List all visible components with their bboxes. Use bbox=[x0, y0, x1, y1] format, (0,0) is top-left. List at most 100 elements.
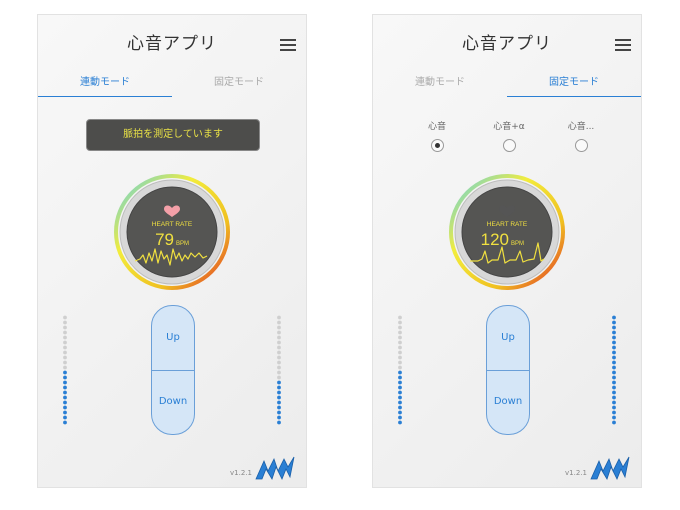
up-down-control: Up Down bbox=[486, 305, 530, 435]
level-dot-on bbox=[612, 380, 616, 385]
level-dot-off bbox=[398, 360, 402, 365]
down-button[interactable]: Down bbox=[152, 370, 194, 434]
sound-type-radio-group: 心音 心音+α 心音... bbox=[403, 119, 619, 159]
heart-rate-gauge: HEART RATE 79 BPM bbox=[114, 174, 230, 290]
level-dot-off bbox=[63, 350, 67, 355]
level-dot-off bbox=[63, 330, 67, 335]
level-dot-on bbox=[277, 395, 281, 400]
radio-label: 心音+α bbox=[493, 122, 525, 132]
level-dot-off bbox=[63, 325, 67, 330]
right-level-meter bbox=[612, 315, 616, 425]
level-dot-on bbox=[277, 390, 281, 395]
level-dot-on bbox=[63, 405, 67, 410]
level-dot-on bbox=[63, 400, 67, 405]
level-dot-on bbox=[277, 415, 281, 420]
level-dot-on bbox=[612, 345, 616, 350]
down-button[interactable]: Down bbox=[487, 370, 529, 434]
level-dot-on bbox=[277, 420, 281, 425]
level-dot-off bbox=[398, 330, 402, 335]
level-dot-off bbox=[63, 355, 67, 360]
level-dot-on bbox=[612, 375, 616, 380]
radio-label: 心音 bbox=[427, 122, 446, 132]
level-dot-on bbox=[398, 375, 402, 380]
radio-heart-sound[interactable]: 心音 bbox=[407, 119, 467, 152]
hamburger-menu-icon[interactable] bbox=[615, 39, 631, 51]
level-dot-on bbox=[63, 420, 67, 425]
radio-circle[interactable] bbox=[574, 139, 588, 152]
level-dot-on bbox=[398, 420, 402, 425]
left-level-meter bbox=[398, 315, 402, 425]
level-dot-off bbox=[277, 350, 281, 355]
level-dot-off bbox=[398, 320, 402, 325]
level-dot-on bbox=[63, 410, 67, 415]
level-dot-on bbox=[612, 360, 616, 365]
version-label: v1.2.1 bbox=[565, 469, 587, 477]
level-dot-on bbox=[63, 395, 67, 400]
tab-fixed-mode[interactable]: 固定モード bbox=[172, 73, 306, 97]
level-dot-on bbox=[612, 315, 616, 320]
radio-circle[interactable] bbox=[430, 139, 444, 152]
level-dot-on bbox=[63, 385, 67, 390]
level-dot-on bbox=[612, 355, 616, 360]
level-dot-off bbox=[277, 330, 281, 335]
brand-logo bbox=[590, 456, 630, 480]
screen-interlock-mode: 心音アプリ 連動モード 固定モード 脈拍を測定しています HEART RATE 7… bbox=[37, 14, 307, 488]
level-dot-off bbox=[398, 315, 402, 320]
level-dot-on bbox=[398, 390, 402, 395]
radio-label: 心音... bbox=[567, 122, 595, 132]
level-dot-off bbox=[277, 320, 281, 325]
level-dot-off bbox=[277, 325, 281, 330]
level-dot-off bbox=[63, 335, 67, 340]
level-dot-on bbox=[612, 335, 616, 340]
level-dot-on bbox=[63, 380, 67, 385]
level-dot-on bbox=[63, 370, 67, 375]
level-dot-off bbox=[398, 325, 402, 330]
heart-rate-gauge: HEART RATE 120 BPM bbox=[449, 174, 565, 290]
status-banner: 脈拍を測定しています bbox=[86, 119, 260, 151]
brand-logo bbox=[255, 456, 295, 480]
level-dot-on bbox=[612, 420, 616, 425]
version-label: v1.2.1 bbox=[230, 469, 252, 477]
up-button[interactable]: Up bbox=[152, 306, 194, 371]
level-dot-on bbox=[398, 415, 402, 420]
level-dot-off bbox=[277, 355, 281, 360]
app-title: 心音アプリ bbox=[127, 34, 217, 54]
level-dot-off bbox=[277, 370, 281, 375]
radio-heart-sound-alpha[interactable]: 心音+α bbox=[479, 119, 539, 152]
level-dot-on bbox=[398, 385, 402, 390]
tab-fixed-mode[interactable]: 固定モード bbox=[507, 73, 641, 97]
level-dot-off bbox=[277, 365, 281, 370]
level-dot-on bbox=[612, 410, 616, 415]
bpm-value: 120 bbox=[481, 230, 509, 249]
level-dot-off bbox=[63, 365, 67, 370]
left-level-meter bbox=[63, 315, 67, 425]
hamburger-menu-icon[interactable] bbox=[280, 39, 296, 51]
level-dot-on bbox=[277, 410, 281, 415]
bpm-unit: BPM bbox=[176, 241, 189, 247]
level-dot-on bbox=[612, 385, 616, 390]
level-dot-on bbox=[612, 370, 616, 375]
level-dot-off bbox=[398, 365, 402, 370]
radio-heart-sound-other[interactable]: 心音... bbox=[551, 119, 611, 152]
level-dot-on bbox=[63, 415, 67, 420]
level-dot-on bbox=[277, 385, 281, 390]
level-dot-on bbox=[612, 400, 616, 405]
level-dot-on bbox=[398, 395, 402, 400]
level-dot-on bbox=[612, 330, 616, 335]
right-level-meter bbox=[277, 315, 281, 425]
tab-interlock-mode[interactable]: 連動モード bbox=[373, 73, 507, 97]
tab-interlock-mode[interactable]: 連動モード bbox=[38, 73, 172, 97]
level-dot-off bbox=[277, 345, 281, 350]
radio-circle[interactable] bbox=[502, 139, 516, 152]
up-button[interactable]: Up bbox=[487, 306, 529, 371]
level-dot-on bbox=[612, 340, 616, 345]
level-dot-off bbox=[63, 360, 67, 365]
level-dot-off bbox=[398, 340, 402, 345]
level-dot-on bbox=[612, 320, 616, 325]
level-dot-off bbox=[63, 340, 67, 345]
level-dot-off bbox=[63, 345, 67, 350]
level-dot-on bbox=[63, 390, 67, 395]
level-dot-on bbox=[277, 400, 281, 405]
level-dot-on bbox=[398, 380, 402, 385]
level-dot-off bbox=[398, 335, 402, 340]
